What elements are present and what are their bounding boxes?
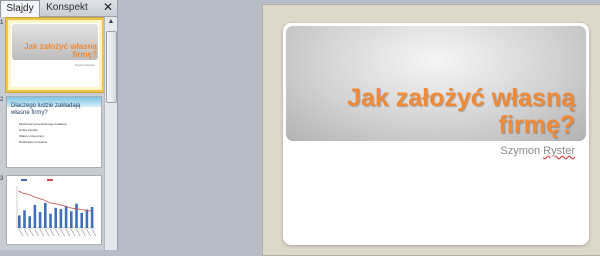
tick-label — [65, 228, 71, 237]
thumb-title: Jak założyć własną firmę? — [24, 42, 97, 59]
chart-bar — [33, 204, 37, 228]
thumb-subtitle: Szymon Ryster — [74, 63, 95, 67]
subtitle-last-name: Ryster — [543, 145, 575, 157]
tick-label — [44, 228, 50, 237]
thumb-canvas: Jak założyć własną firmę? Szymon Ryster — [11, 23, 99, 87]
slide-editor: Jak założyć własną firmę? Szymon Ryster — [262, 4, 600, 256]
slide-canvas[interactable]: Jak założyć własną firmę? Szymon Ryster — [283, 23, 589, 245]
tick-label — [49, 228, 55, 237]
chart-bar — [23, 210, 26, 228]
tick-label — [55, 228, 60, 237]
tick-label — [81, 228, 86, 237]
slide-title[interactable]: Jak założyć własną firmę? — [295, 85, 575, 139]
tick-label — [29, 228, 34, 237]
chart-bar — [75, 203, 78, 228]
tick-label — [34, 228, 39, 237]
chart-bar — [44, 202, 47, 228]
tick-label — [91, 228, 97, 237]
chart-bar — [49, 213, 52, 228]
chart-bar — [28, 216, 31, 228]
chart-bar — [90, 207, 94, 228]
scrollbar-thumb[interactable] — [106, 31, 117, 103]
tick-label — [86, 228, 91, 237]
slide-thumbnail-1[interactable]: Jak założyć własną firmę? Szymon Ryster — [6, 18, 104, 92]
tick-label — [18, 228, 24, 237]
chart-bar — [70, 211, 73, 228]
chart-bar — [54, 207, 57, 228]
chart-bar — [59, 209, 63, 228]
tick-label — [39, 228, 45, 237]
chart-bar — [18, 215, 21, 228]
legend-swatch — [47, 179, 53, 181]
tick-label — [23, 228, 29, 237]
tab-slides[interactable]: Slajdy — [0, 0, 40, 17]
thumb-chart — [16, 179, 97, 237]
tick-label — [70, 228, 76, 237]
close-pane-icon[interactable]: ✕ — [103, 0, 113, 15]
chart-bar — [38, 212, 42, 228]
chart-bar — [64, 206, 68, 228]
tab-outline[interactable]: Konspekt — [42, 0, 92, 15]
subtitle-first-name: Szymon — [500, 145, 541, 157]
thumb-title: Dlaczego ludzie zakładają własne firmy? — [11, 103, 81, 116]
scroll-up-arrow-icon[interactable]: ▲ — [105, 17, 117, 27]
slide-thumbnail-3[interactable] — [6, 175, 102, 245]
legend-swatch — [21, 179, 27, 181]
thumb-bullet: Realizacja pomysłów — [19, 140, 48, 144]
thumb-bullets: Możliwość samodzielnego działania Dobre … — [19, 121, 99, 145]
pane-tabbar: Slajdy Konspekt ✕ — [0, 0, 117, 17]
chart-bar — [80, 212, 83, 228]
slide-subtitle[interactable]: Szymon Ryster — [500, 145, 575, 157]
chart-bar — [85, 209, 89, 228]
slide-thumbnail-2[interactable]: Dlaczego ludzie zakładają własne firmy? … — [6, 96, 102, 168]
tick-label — [75, 228, 81, 237]
tick-label — [60, 228, 65, 237]
pane-scrollbar[interactable]: ▲ — [104, 17, 117, 250]
slides-pane: Slajdy Konspekt ✕ 1 Jak założyć własną f… — [0, 0, 118, 250]
